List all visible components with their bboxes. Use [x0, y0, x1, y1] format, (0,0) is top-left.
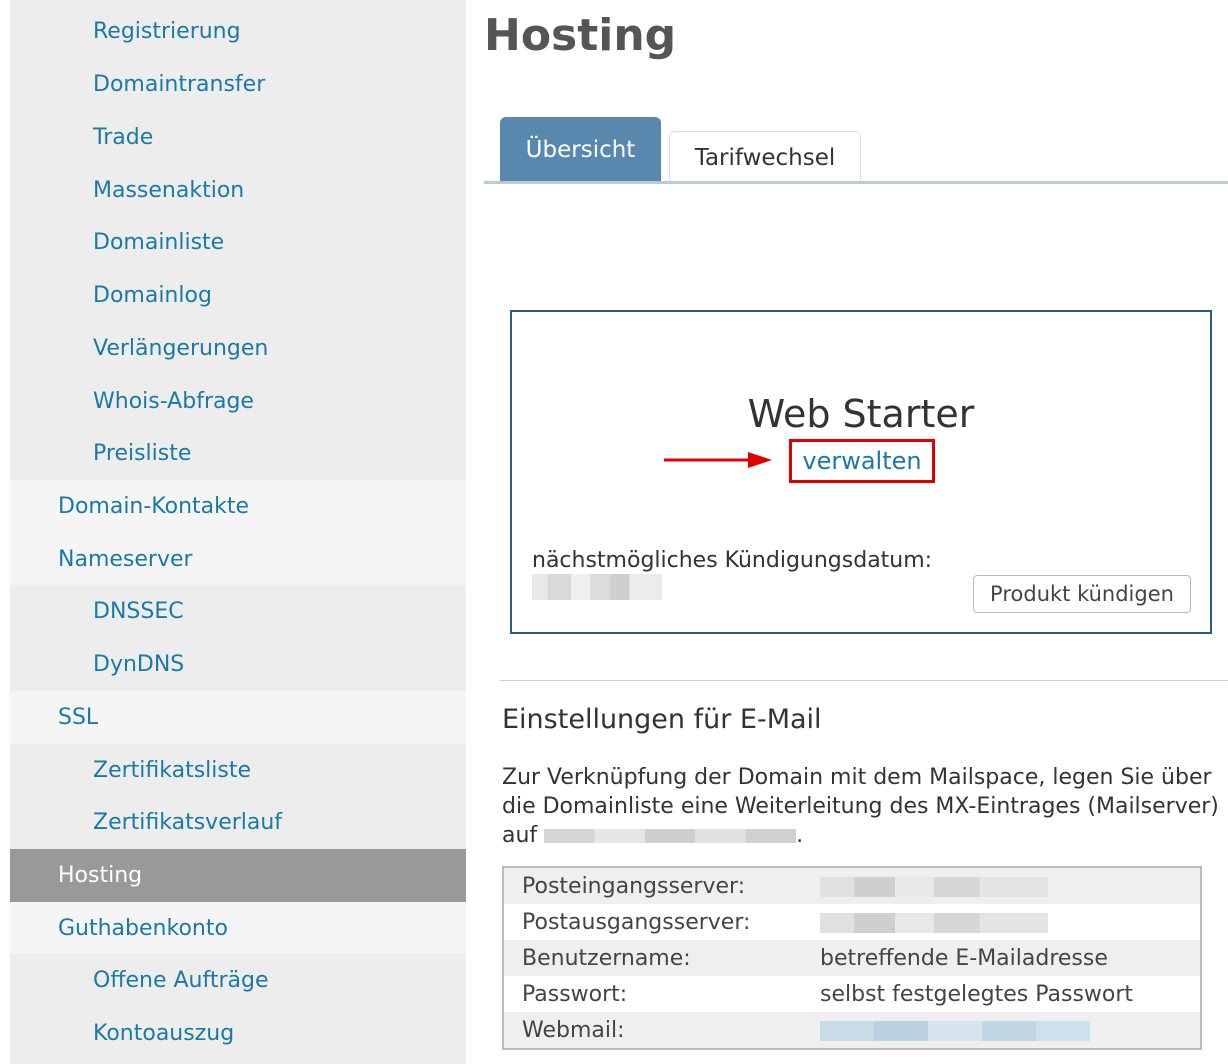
mx-target-redacted: [544, 829, 797, 843]
sidebar-item-hosting[interactable]: Hosting: [10, 849, 466, 902]
username-value: betreffende E-Mailadresse: [820, 945, 1108, 971]
webmail-link-redacted[interactable]: [820, 1020, 1090, 1041]
sidebar-item-ssl[interactable]: SSL: [10, 691, 466, 744]
email-settings-table: Posteingangsserver: Postausgangsserver: …: [502, 866, 1202, 1050]
sidebar-item-domainliste[interactable]: Domainliste: [10, 216, 466, 269]
sidebar-item-massenaktion[interactable]: Massenaktion: [10, 164, 466, 217]
product-name: Web Starter: [747, 392, 975, 436]
tabs-underline: [484, 181, 1228, 184]
email-settings-heading: Einstellungen für E-Mail: [502, 704, 822, 735]
sidebar-item-domaintransfer[interactable]: Domaintransfer: [10, 58, 466, 111]
table-row: Posteingangsserver:: [503, 867, 1201, 904]
section-divider: [500, 680, 1228, 681]
sidebar-item-dyndns[interactable]: DynDNS: [10, 638, 466, 691]
table-row: Passwort: selbst festgelegtes Passwort: [503, 976, 1201, 1012]
sidebar-item-nameserver[interactable]: Nameserver: [10, 533, 466, 586]
cancel-date-redacted: [532, 574, 662, 600]
sidebar-item-verlaengerungen[interactable]: Verlängerungen: [10, 322, 466, 375]
username-label: Benutzername:: [522, 945, 691, 971]
sidebar-item-trade[interactable]: Trade: [10, 111, 466, 164]
sidebar-item-zertifikatsverlauf[interactable]: Zertifikatsverlauf: [10, 796, 466, 849]
outgoing-server-redacted: [820, 912, 1048, 933]
sidebar: Registrierung Domaintransfer Trade Masse…: [10, 0, 466, 1064]
sidebar-item-registrierung[interactable]: Registrierung: [10, 5, 466, 58]
webmail-value[interactable]: [802, 1012, 1201, 1049]
sidebar-item-whois-abfrage[interactable]: Whois-Abfrage: [10, 375, 466, 428]
sidebar-item-zertifikatsliste[interactable]: Zertifikatsliste: [10, 744, 466, 797]
sidebar-item-domain-kontakte[interactable]: Domain-Kontakte: [10, 480, 466, 533]
incoming-server-value: [802, 867, 1201, 904]
manage-link[interactable]: verwalten: [789, 439, 935, 483]
tab-tarifwechsel[interactable]: Tarifwechsel: [669, 131, 861, 183]
sidebar-item-domainlog[interactable]: Domainlog: [10, 269, 466, 322]
sidebar-item-dnssec[interactable]: DNSSEC: [10, 585, 466, 638]
product-card: Web Starter verwalten nächstmögliches Kü…: [510, 310, 1212, 634]
page-title: Hosting: [484, 10, 677, 61]
table-row: Webmail:: [503, 1012, 1201, 1049]
incoming-server-label: Posteingangsserver:: [522, 873, 746, 899]
cancel-date-label: nächstmögliches Kündigungsdatum:: [532, 548, 933, 573]
sidebar-item-offene-auftraege[interactable]: Offene Aufträge: [10, 954, 466, 1007]
password-value: selbst festgelegtes Passwort: [820, 981, 1134, 1007]
incoming-server-redacted: [820, 876, 1048, 897]
password-label: Passwort:: [522, 981, 628, 1007]
email-description-end: .: [796, 823, 804, 848]
tab-uebersicht[interactable]: Übersicht: [500, 117, 661, 182]
sidebar-item-preisliste[interactable]: Preisliste: [10, 427, 466, 480]
sidebar-item-guthabenkonto[interactable]: Guthabenkonto: [10, 902, 466, 955]
outgoing-server-label: Postausgangsserver:: [522, 909, 751, 935]
table-row: Postausgangsserver:: [503, 904, 1201, 940]
cancel-product-button[interactable]: Produkt kündigen: [973, 575, 1191, 613]
red-arrow-icon: [664, 452, 772, 468]
email-settings-description: Zur Verknüpfung der Domain mit dem Mails…: [502, 763, 1222, 850]
table-row: Benutzername: betreffende E-Mailadresse: [503, 940, 1201, 976]
sidebar-item-kontoauszug[interactable]: Kontoauszug: [10, 1007, 466, 1060]
outgoing-server-value: [802, 904, 1201, 940]
webmail-label: Webmail:: [522, 1017, 625, 1043]
